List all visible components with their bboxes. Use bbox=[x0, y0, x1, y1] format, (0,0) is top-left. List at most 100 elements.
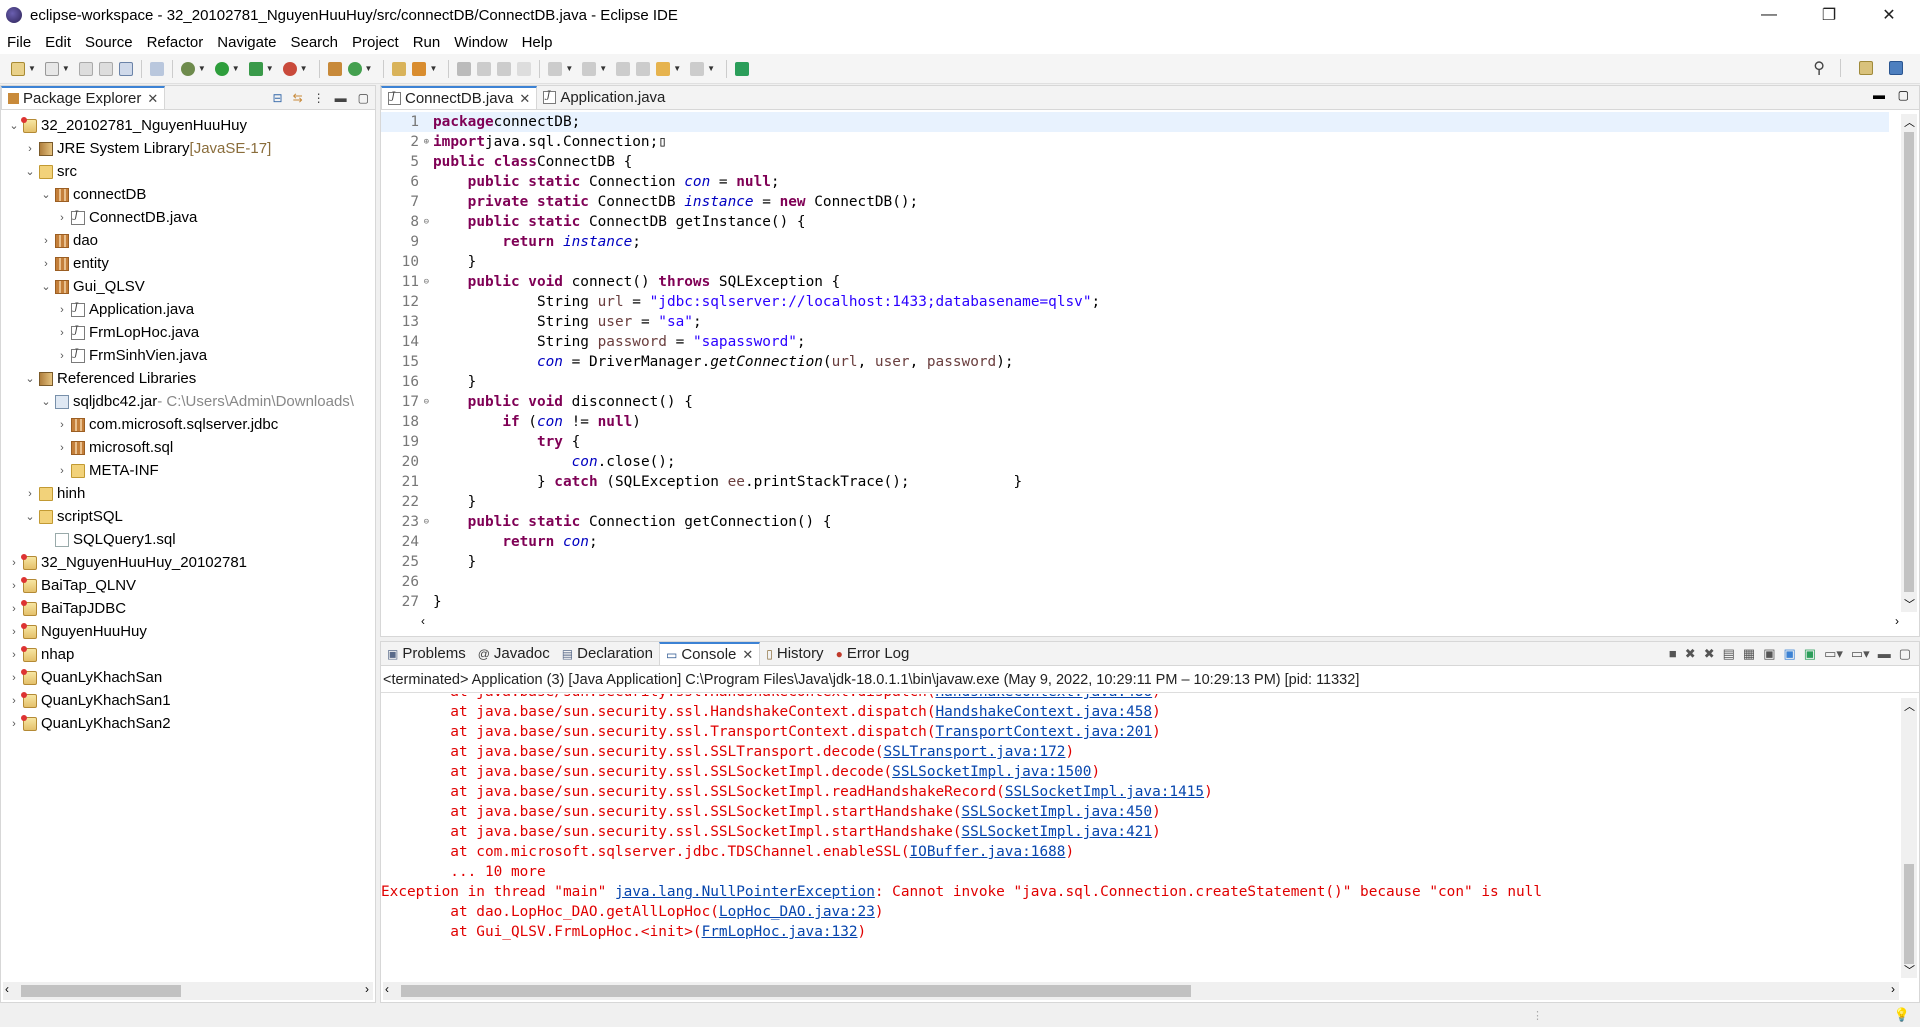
scrollbar-thumb[interactable] bbox=[1904, 864, 1914, 964]
collapsed-chevron-icon[interactable]: › bbox=[55, 465, 69, 477]
open-console-icon[interactable]: ▭▾ bbox=[1851, 646, 1870, 662]
word-wrap-icon[interactable]: ▦ bbox=[1743, 646, 1755, 662]
java-perspective-icon[interactable] bbox=[1889, 61, 1903, 75]
close-button[interactable]: ✕ bbox=[1860, 0, 1918, 30]
code-line[interactable]: 5 public classConnectDB { bbox=[381, 152, 1889, 172]
tree-item[interactable]: › 32_NguyenHuuHuy_20102781 bbox=[1, 551, 375, 574]
last-edit-icon[interactable] bbox=[616, 61, 631, 76]
stack-trace-link[interactable]: SSLSocketImpl.java:450 bbox=[961, 804, 1152, 820]
expanded-chevron-icon[interactable]: ⌄ bbox=[39, 280, 53, 293]
code-line[interactable]: 10 } bbox=[381, 252, 1889, 272]
stack-trace-link[interactable]: FrmLopHoc.java:132 bbox=[702, 924, 858, 940]
run-icon[interactable] bbox=[214, 61, 229, 76]
close-icon[interactable]: ✕ bbox=[742, 647, 753, 663]
code-line[interactable]: 15 con = DriverManager.getConnection(url… bbox=[381, 352, 1889, 372]
collapse-fold-icon[interactable]: ⊖ bbox=[424, 212, 429, 232]
expanded-chevron-icon[interactable]: ⌄ bbox=[7, 119, 21, 132]
code-line[interactable]: 21 } catch (SQLException ee.printStackTr… bbox=[381, 472, 1889, 492]
toggle-block-selection-icon[interactable] bbox=[477, 61, 492, 76]
back-icon[interactable] bbox=[656, 61, 671, 76]
tree-item[interactable]: › nhap bbox=[1, 643, 375, 666]
collapsed-chevron-icon[interactable]: › bbox=[7, 695, 21, 707]
minimize-view-icon[interactable]: ▬ bbox=[1878, 646, 1891, 662]
scroll-left-icon[interactable]: ‹ bbox=[385, 982, 389, 996]
minimize-view-icon[interactable]: ▬ bbox=[335, 91, 347, 105]
code-line[interactable]: 27} bbox=[381, 592, 1889, 612]
menu-edit[interactable]: Edit bbox=[38, 34, 78, 51]
search-icon[interactable]: ⚲ bbox=[1813, 58, 1825, 78]
code-line[interactable]: 14 String password = "sapassword"; bbox=[381, 332, 1889, 352]
minimize-view-icon[interactable]: ▬ bbox=[1873, 88, 1885, 102]
tip-lightbulb-icon[interactable]: 💡 bbox=[1894, 1007, 1910, 1023]
collapsed-chevron-icon[interactable]: › bbox=[7, 580, 21, 592]
skip-breakpoints-icon[interactable] bbox=[149, 61, 164, 76]
tree-item[interactable]: › JRE System Library [JavaSE-17] bbox=[1, 137, 375, 160]
menu-file[interactable]: File bbox=[0, 34, 38, 51]
expanded-chevron-icon[interactable]: ⌄ bbox=[39, 188, 53, 201]
collapsed-chevron-icon[interactable]: › bbox=[55, 350, 69, 362]
tab-error-log[interactable]: ● Error Log bbox=[830, 642, 916, 665]
tree-item[interactable]: › Application.java bbox=[1, 298, 375, 321]
scroll-right-icon[interactable]: › bbox=[365, 982, 369, 996]
tree-item[interactable]: › BaiTap_QLNV bbox=[1, 574, 375, 597]
tree-item[interactable]: › BaiTapJDBC bbox=[1, 597, 375, 620]
scrollbar-thumb[interactable] bbox=[1904, 132, 1914, 592]
code-line[interactable]: 16 } bbox=[381, 372, 1889, 392]
code-line[interactable]: 26 bbox=[381, 572, 1889, 592]
dropdown-arrow-icon[interactable]: ▼ bbox=[28, 64, 36, 73]
scrollbar-thumb[interactable] bbox=[401, 985, 1191, 997]
console-output[interactable]: at java.base/sun.security.ssl.HandshakeC… bbox=[381, 694, 1899, 944]
dropdown-arrow-icon[interactable]: ▼ bbox=[707, 64, 715, 73]
collapsed-chevron-icon[interactable]: › bbox=[55, 327, 69, 339]
scroll-down-icon[interactable]: ﹀ bbox=[1904, 596, 1915, 612]
code-line[interactable]: 23 ⊖ public static Connection getConnecti… bbox=[381, 512, 1889, 532]
tab-javadoc[interactable]: @ Javadoc bbox=[472, 642, 556, 665]
code-line[interactable]: 7 private static ConnectDB instance = ne… bbox=[381, 192, 1889, 212]
tree-item[interactable]: ⌄ 32_20102781_NguyenHuuHuy bbox=[1, 114, 375, 137]
dropdown-arrow-icon[interactable]: ▼ bbox=[232, 64, 240, 73]
stack-trace-link[interactable]: SSLSocketImpl.java:1500 bbox=[892, 764, 1091, 780]
expanded-chevron-icon[interactable]: ⌄ bbox=[23, 510, 37, 523]
pilcrow-icon[interactable] bbox=[517, 61, 532, 76]
dropdown-arrow-icon[interactable]: ▼ bbox=[429, 64, 437, 73]
code-line[interactable]: 19 try { bbox=[381, 432, 1889, 452]
stack-trace-link[interactable]: SSLSocketImpl.java:421 bbox=[961, 824, 1152, 840]
code-line[interactable]: 20 con.close(); bbox=[381, 452, 1889, 472]
collapsed-chevron-icon[interactable]: › bbox=[7, 626, 21, 638]
collapse-fold-icon[interactable]: ⊖ bbox=[424, 392, 429, 412]
menu-run[interactable]: Run bbox=[406, 34, 448, 51]
tree-item[interactable]: › com.microsoft.sqlserver.jdbc bbox=[1, 413, 375, 436]
tree-item[interactable]: › dao bbox=[1, 229, 375, 252]
stack-trace-link[interactable]: LopHoc_DAO.java:23 bbox=[719, 904, 875, 920]
new-java-package-icon[interactable] bbox=[327, 61, 342, 76]
collapsed-chevron-icon[interactable]: › bbox=[7, 603, 21, 615]
collapse-all-icon[interactable]: ⊟ bbox=[273, 91, 283, 105]
dropdown-arrow-icon[interactable]: ▼ bbox=[266, 64, 274, 73]
tree-item[interactable]: › entity bbox=[1, 252, 375, 275]
tree-item[interactable]: › FrmLopHoc.java bbox=[1, 321, 375, 344]
tab-declaration[interactable]: ▤ Declaration bbox=[556, 642, 659, 665]
tree-item[interactable]: ⌄ scriptSQL bbox=[1, 505, 375, 528]
external-tools-icon[interactable] bbox=[282, 61, 297, 76]
collapsed-chevron-icon[interactable]: › bbox=[55, 212, 69, 224]
code-line[interactable]: 22 } bbox=[381, 492, 1889, 512]
collapsed-chevron-icon[interactable]: › bbox=[7, 672, 21, 684]
collapsed-chevron-icon[interactable]: › bbox=[55, 442, 69, 454]
expand-fold-icon[interactable]: ⊕ bbox=[424, 132, 429, 152]
code-line[interactable]: 9 return instance; bbox=[381, 232, 1889, 252]
dropdown-arrow-icon[interactable]: ▼ bbox=[62, 64, 70, 73]
dropdown-arrow-icon[interactable]: ▼ bbox=[198, 64, 206, 73]
menu-navigate[interactable]: Navigate bbox=[210, 34, 283, 51]
stack-trace-link[interactable]: java.lang.NullPointerException bbox=[615, 884, 875, 900]
stack-trace-link[interactable]: SSLTransport.java:172 bbox=[884, 744, 1066, 760]
stack-trace-link[interactable]: SSLSocketImpl.java:1415 bbox=[1005, 784, 1204, 800]
editor-horizontal-scrollbar[interactable]: ‹ › bbox=[421, 614, 1899, 632]
scroll-left-icon[interactable]: ‹ bbox=[5, 982, 9, 996]
link-with-editor-icon[interactable]: ⇆ bbox=[293, 91, 303, 105]
tree-item[interactable]: › META-INF bbox=[1, 459, 375, 482]
previous-annotation-icon[interactable] bbox=[582, 61, 597, 76]
dropdown-arrow-icon[interactable]: ▼ bbox=[365, 64, 373, 73]
remove-all-terminated-icon[interactable]: ✖ bbox=[1704, 646, 1715, 662]
menu-refactor[interactable]: Refactor bbox=[140, 34, 211, 51]
stack-trace-link[interactable]: IOBuffer.java:1688 bbox=[910, 844, 1066, 860]
